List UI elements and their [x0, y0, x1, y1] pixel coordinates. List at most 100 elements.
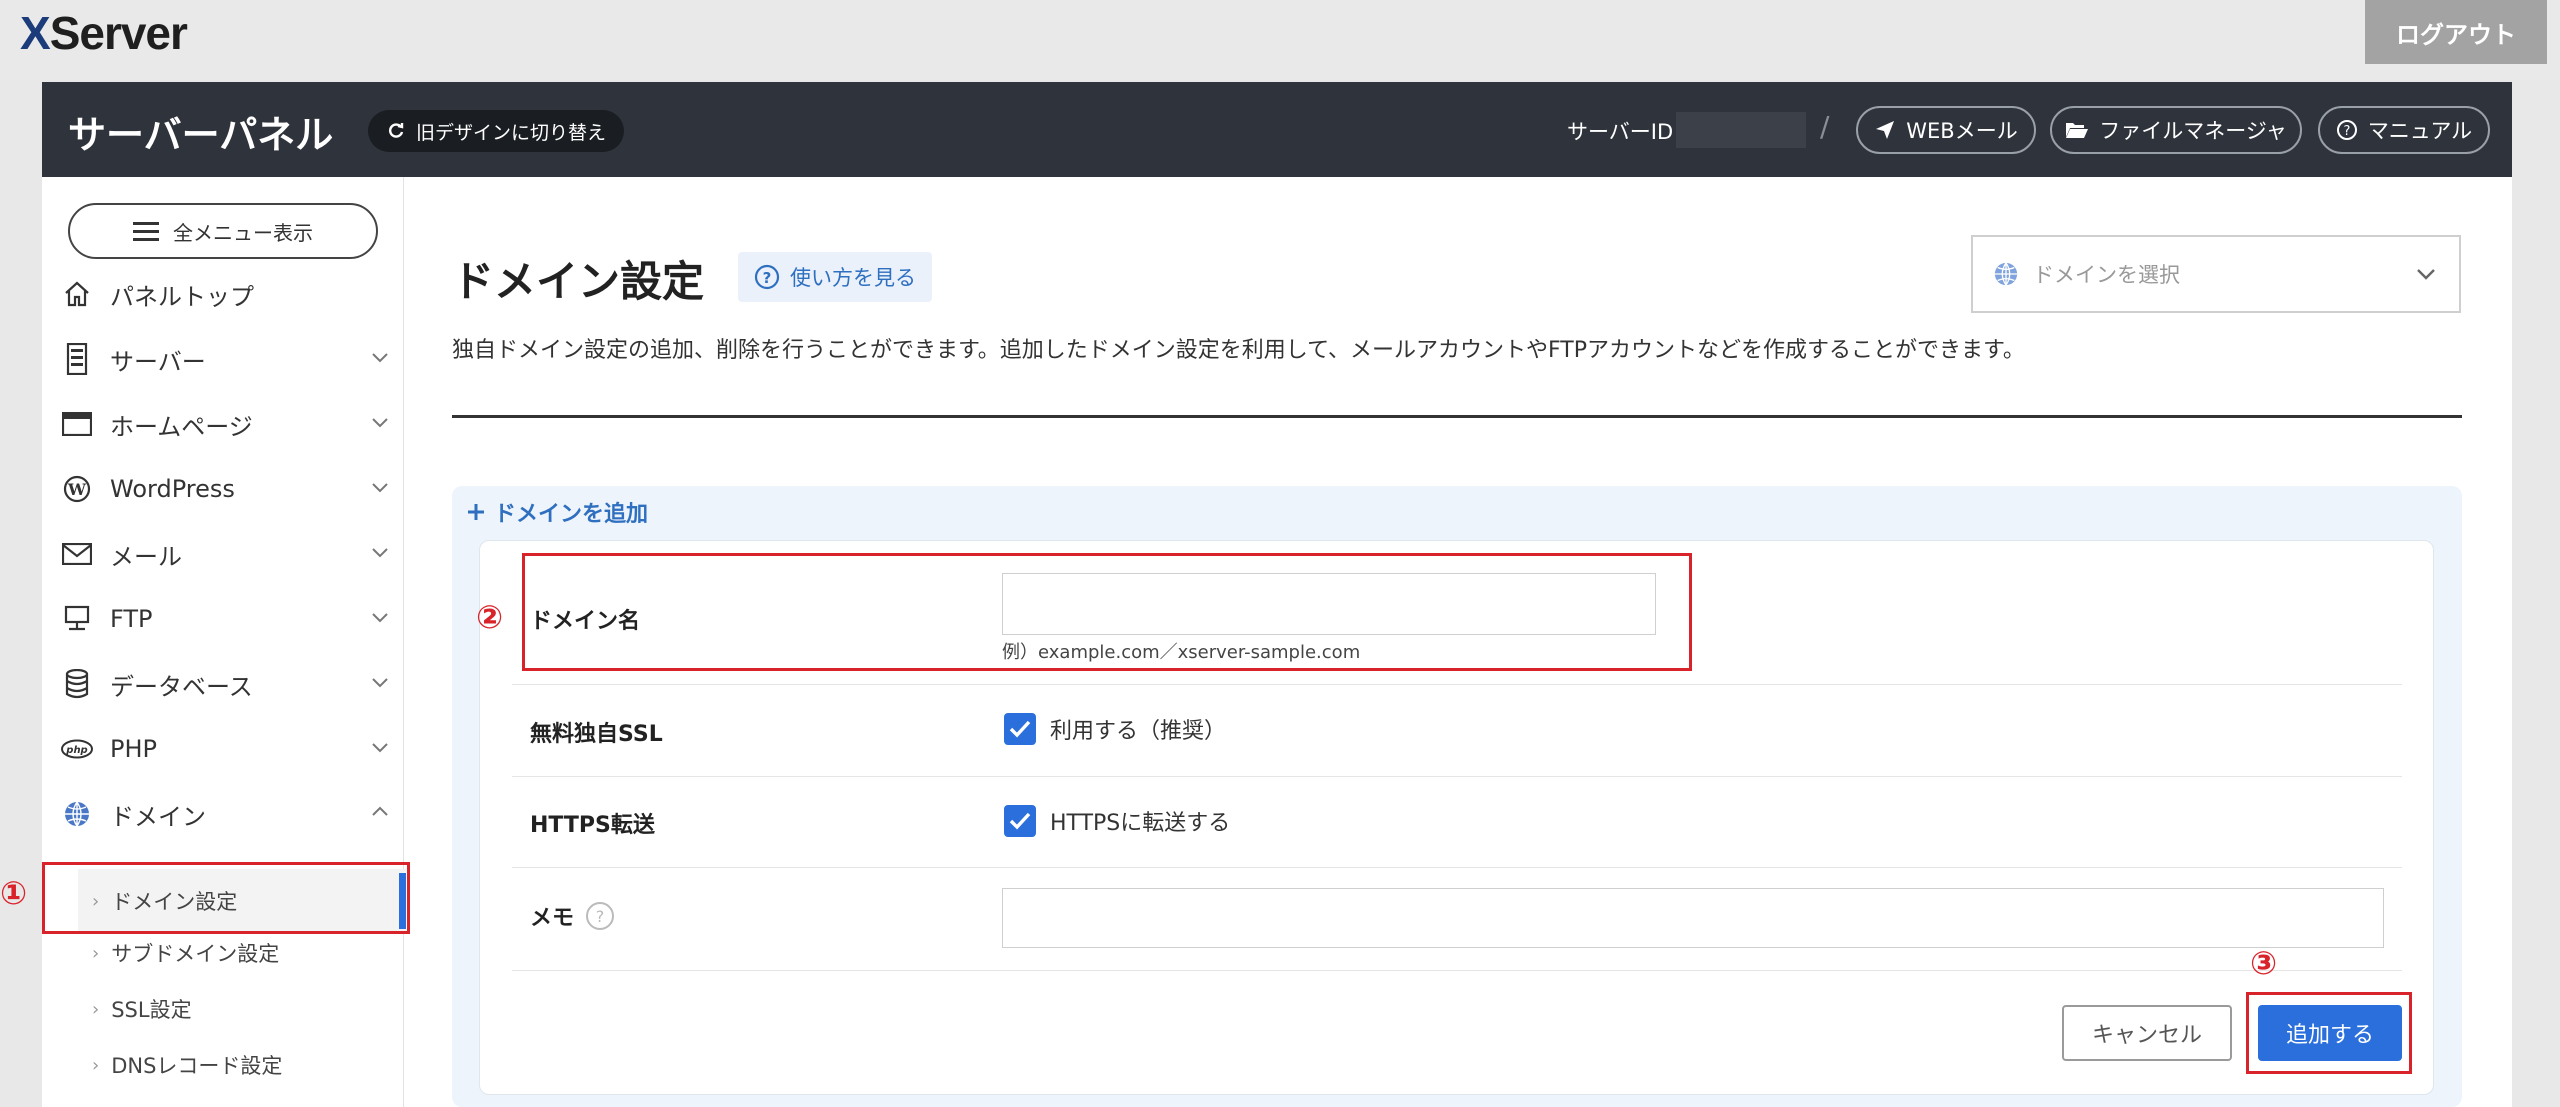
sidebar-item-label: ドメイン — [110, 802, 206, 831]
logo-text: Server — [49, 7, 188, 59]
checkmark-icon — [1009, 812, 1031, 830]
annotation-marker-2: ② — [476, 598, 504, 636]
panel-title: サーバーパネル — [68, 113, 334, 157]
sidebar-item-database[interactable]: データベース — [60, 664, 390, 704]
sidebar-item-mail[interactable]: メール — [60, 534, 390, 574]
svg-text:W: W — [67, 480, 87, 499]
server-id-value — [1676, 112, 1806, 148]
add-domain-heading-label: ドメインを追加 — [494, 502, 649, 527]
chevron-down-icon — [372, 418, 388, 428]
https-redirect-label: HTTPS転送 — [530, 813, 655, 838]
free-ssl-label: 無料独自SSL — [530, 722, 663, 747]
domain-select[interactable]: ドメインを選択 — [1971, 235, 2461, 313]
domain-select-placeholder: ドメインを選択 — [2033, 263, 2180, 287]
webmail-button[interactable]: WEBメール — [1856, 106, 2036, 154]
chevron-down-icon — [372, 743, 388, 753]
sidebar-item-homepage[interactable]: ホームページ — [60, 404, 390, 444]
sidebar-subitem-subdomain-settings[interactable]: › サブドメイン設定 — [78, 930, 406, 976]
row-divider — [512, 776, 2402, 777]
file-manager-button[interactable]: ファイルマネージャ — [2050, 106, 2302, 154]
row-divider — [512, 970, 2402, 971]
plus-icon — [468, 504, 484, 520]
annotation-box-3 — [2246, 992, 2412, 1074]
server-icon — [60, 343, 94, 375]
memo-label-row: メモ ? — [530, 900, 615, 932]
sidebar-item-ftp[interactable]: FTP — [60, 599, 390, 639]
annotation-marker-3: ③ — [2250, 944, 2278, 982]
chevron-down-icon — [372, 613, 388, 623]
annotation-box-1 — [42, 862, 410, 934]
ftp-icon — [60, 605, 94, 633]
home-icon — [60, 281, 94, 307]
free-ssl-checkbox[interactable] — [1004, 713, 1036, 745]
https-redirect-checkbox-row[interactable]: HTTPSに転送する — [1004, 805, 1230, 837]
mail-icon — [60, 543, 94, 565]
annotation-marker-1: ① — [0, 874, 28, 912]
logo-x: X — [20, 7, 51, 59]
sidebar-item-label: FTP — [110, 605, 153, 633]
globe-icon — [1994, 262, 2018, 286]
cancel-button[interactable]: キャンセル — [2062, 1005, 2232, 1061]
sidebar-item-label: ホームページ — [110, 412, 253, 441]
howto-button[interactable]: ? 使い方を見る — [738, 252, 932, 302]
logout-button[interactable]: ログアウト — [2365, 0, 2547, 64]
sidebar-item-label: サーバー — [110, 347, 206, 376]
switch-old-design-button[interactable]: 旧デザインに切り替え — [368, 110, 625, 152]
sidebar-subitem-dns-settings[interactable]: › DNSレコード設定 — [78, 1042, 406, 1088]
chevron-right-icon: › — [92, 942, 100, 964]
chevron-up-icon — [372, 806, 388, 816]
https-redirect-checkbox[interactable] — [1004, 805, 1036, 837]
webmail-label: WEBメール — [1906, 119, 2018, 143]
refresh-icon — [389, 123, 404, 138]
chevron-down-icon — [372, 483, 388, 493]
page-title: ドメイン設定 — [452, 257, 705, 306]
top-bar: XServer ログアウト — [0, 0, 2560, 80]
panel-header: サーバーパネル 旧デザインに切り替え サーバーID / WEBメール ファイルマ… — [42, 82, 2512, 177]
database-icon — [60, 669, 94, 699]
sidebar-subitem-label: サブドメイン設定 — [111, 942, 280, 966]
chevron-right-icon: › — [92, 998, 100, 1020]
help-circle-icon[interactable]: ? — [586, 902, 615, 930]
globe-icon — [60, 800, 94, 828]
sidebar-item-php[interactable]: php PHP — [60, 729, 390, 769]
https-redirect-checkbox-label: HTTPSに転送する — [1050, 811, 1231, 836]
sidebar-item-label: パネルトップ — [110, 282, 254, 311]
all-menu-button[interactable]: 全メニュー表示 — [68, 203, 378, 259]
free-ssl-checkbox-row[interactable]: 利用する（推奨） — [1004, 713, 1226, 745]
header-separator: / — [1820, 110, 1830, 143]
switch-old-design-label: 旧デザインに切り替え — [416, 121, 607, 144]
chevron-right-icon: › — [92, 1054, 100, 1076]
chevron-down-icon — [372, 678, 388, 688]
paper-plane-icon — [1876, 121, 1895, 139]
file-manager-label: ファイルマネージャ — [2099, 119, 2287, 143]
chevron-down-icon — [2417, 269, 2435, 280]
checkmark-icon — [1009, 720, 1031, 738]
hamburger-icon — [133, 222, 159, 241]
server-id-label: サーバーID — [1567, 120, 1674, 144]
howto-label: 使い方を見る — [790, 266, 916, 290]
section-divider — [452, 415, 2462, 418]
sidebar-item-panel-top[interactable]: パネルトップ — [60, 274, 390, 314]
chevron-down-icon — [372, 353, 388, 363]
xserver-logo[interactable]: XServer — [20, 6, 188, 60]
help-circle-icon: ? — [754, 264, 780, 290]
browser-icon — [60, 412, 94, 436]
add-domain-heading[interactable]: ドメインを追加 — [466, 496, 648, 528]
manual-button[interactable]: ? マニュアル — [2318, 106, 2490, 154]
row-divider — [512, 684, 2402, 685]
sidebar-item-server[interactable]: サーバー — [60, 339, 390, 379]
sidebar-item-domain[interactable]: ドメイン — [60, 794, 390, 834]
sidebar-item-wordpress[interactable]: W WordPress — [60, 469, 390, 509]
help-circle-icon: ? — [2336, 120, 2357, 140]
wordpress-icon: W — [60, 475, 94, 503]
sidebar-subitem-ssl-settings[interactable]: › SSL設定 — [78, 986, 406, 1032]
memo-input[interactable] — [1002, 888, 2384, 948]
row-divider — [512, 867, 2402, 868]
manual-label: マニュアル — [2367, 119, 2473, 143]
svg-text:php: php — [65, 745, 87, 756]
sidebar-item-label: データベース — [110, 672, 253, 701]
free-ssl-checkbox-label: 利用する（推奨） — [1050, 719, 1227, 744]
sidebar-item-label: WordPress — [110, 475, 235, 503]
svg-text:?: ? — [763, 269, 772, 287]
chevron-down-icon — [372, 548, 388, 558]
